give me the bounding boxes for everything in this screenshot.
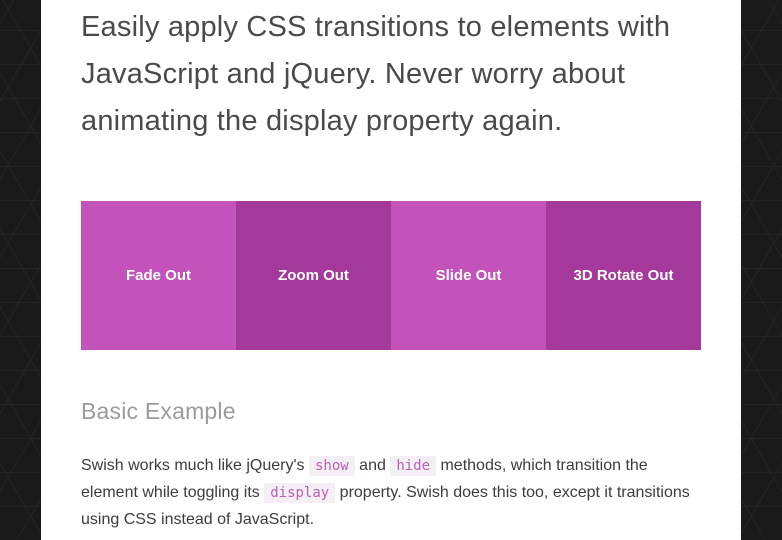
button-label: Slide Out xyxy=(436,267,502,284)
text-fragment: Swish works much like jQuery's xyxy=(81,457,309,474)
content-card: Easily apply CSS transitions to elements… xyxy=(41,0,741,540)
button-label: 3D Rotate Out xyxy=(573,267,673,284)
button-label: Fade Out xyxy=(126,267,191,284)
code-show: show xyxy=(309,456,355,476)
section-heading: Basic Example xyxy=(81,398,701,425)
code-display: display xyxy=(264,483,335,503)
rotate-out-button[interactable]: 3D Rotate Out xyxy=(546,201,701,350)
fade-out-button[interactable]: Fade Out xyxy=(81,201,236,350)
text-fragment: and xyxy=(355,457,391,474)
code-hide: hide xyxy=(390,456,436,476)
body-paragraph: Swish works much like jQuery's show and … xyxy=(81,453,701,534)
button-label: Zoom Out xyxy=(278,267,349,284)
zoom-out-button[interactable]: Zoom Out xyxy=(236,201,391,350)
slide-out-button[interactable]: Slide Out xyxy=(391,201,546,350)
intro-text: Easily apply CSS transitions to elements… xyxy=(81,4,701,145)
demo-button-row: Fade Out Zoom Out Slide Out 3D Rotate Ou… xyxy=(81,201,701,350)
